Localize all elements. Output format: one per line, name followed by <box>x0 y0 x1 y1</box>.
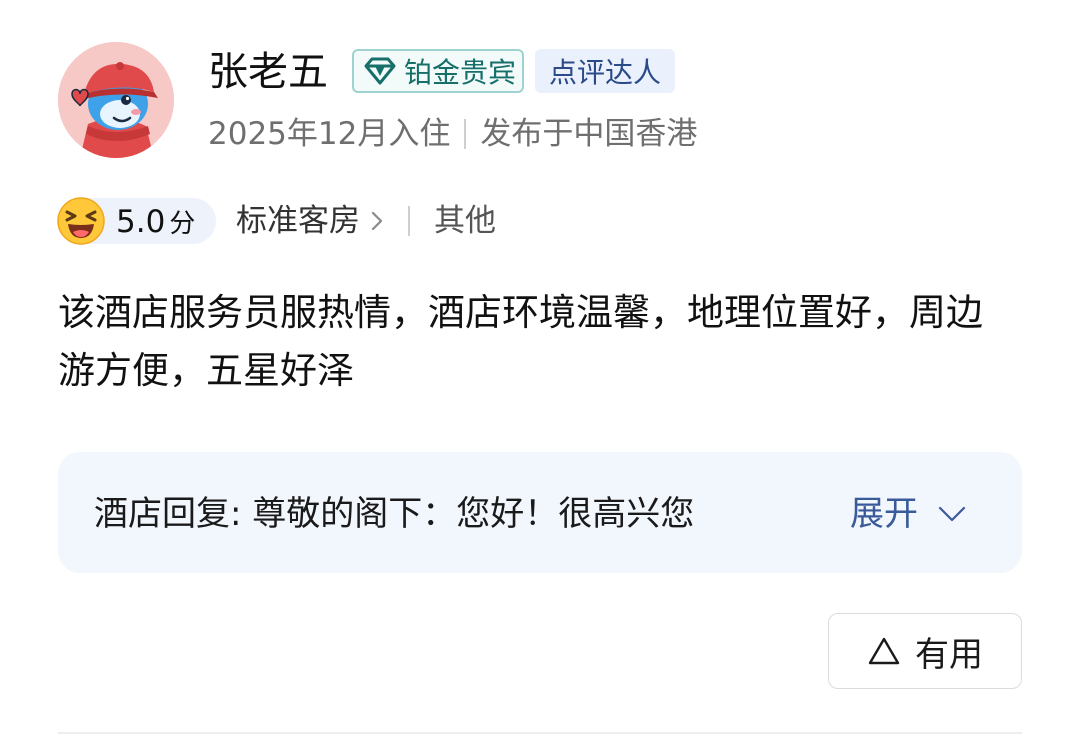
room-divider <box>408 206 410 236</box>
room-type-link[interactable]: 标准客房 <box>236 198 360 244</box>
meta-divider <box>464 119 467 149</box>
useful-button[interactable]: 有用 <box>828 613 1022 689</box>
expand-reply-button[interactable]: 展开 <box>850 490 968 538</box>
expand-label: 展开 <box>850 494 918 534</box>
dolphin-avatar-icon <box>58 42 174 158</box>
rating-value: 5.0 <box>116 204 166 240</box>
chevron-down-icon <box>938 506 966 522</box>
useful-label: 有用 <box>915 634 983 675</box>
hotel-reply-text: 酒店回复: 尊敬的阁下：您好！很高兴您 <box>94 494 695 534</box>
trip-type: 其他 <box>434 203 496 239</box>
stay-date: 2025年12月入住 <box>208 116 451 152</box>
review-text: 该酒店服务员服热情，酒店环境温馨，地理位置好，周边游方便，五星好泽 <box>58 291 983 392</box>
chevron-right-icon[interactable] <box>368 209 386 233</box>
user-avatar[interactable] <box>58 42 174 158</box>
room-info: 标准客房 其他 <box>236 198 496 244</box>
hotel-reply[interactable]: 酒店回复: 尊敬的阁下：您好！很高兴您 展开 <box>58 452 1022 573</box>
review-expert-badge: 点评达人 <box>535 49 675 93</box>
review-meta: 2025年12月入住 发布于中国香港 <box>208 112 697 156</box>
thumb-up-triangle-icon <box>868 637 900 665</box>
rating-unit: 分 <box>169 209 196 239</box>
laughing-emoji-icon <box>57 197 105 245</box>
platinum-vip-badge: 铂金贵宾 <box>352 49 524 93</box>
post-location: 发布于中国香港 <box>480 116 698 152</box>
platinum-vip-label: 铂金贵宾 <box>404 56 517 89</box>
rating-score: 5.0 分 <box>116 200 195 246</box>
diamond-icon <box>364 57 396 85</box>
username[interactable]: 张老五 <box>208 46 328 98</box>
